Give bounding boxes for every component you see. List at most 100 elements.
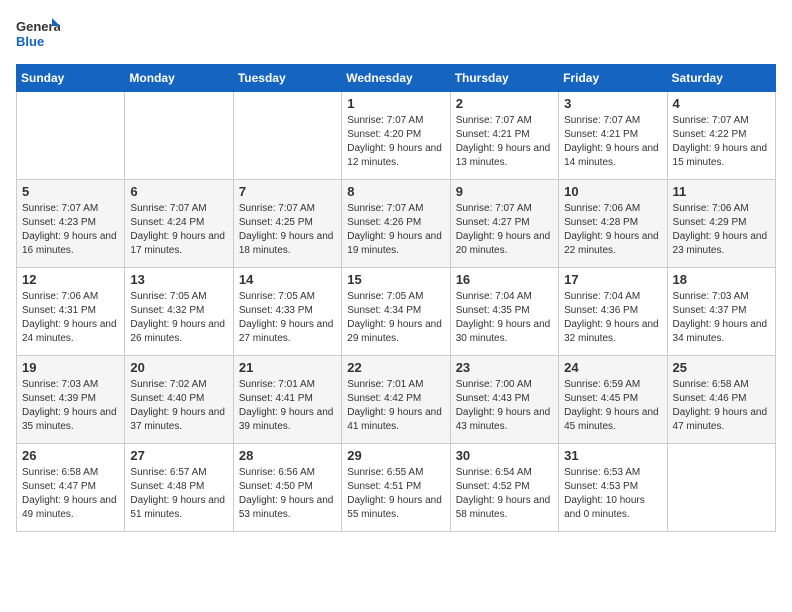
day-info: Sunrise: 7:07 AM Sunset: 4:27 PM Dayligh… — [456, 202, 553, 258]
weekday-header-row: SundayMondayTuesdayWednesdayThursdayFrid… — [17, 65, 776, 92]
day-info: Sunrise: 7:01 AM Sunset: 4:41 PM Dayligh… — [239, 378, 336, 434]
calendar-cell: 10Sunrise: 7:06 AM Sunset: 4:28 PM Dayli… — [559, 180, 667, 268]
weekday-header-sunday: Sunday — [17, 65, 125, 92]
calendar-cell: 21 Sunrise: 7:01 AM Sunset: 4:41 PM Dayli… — [233, 356, 341, 444]
calendar-cell: 31 Sunrise: 6:53 AM Sunset: 4:53 PM Dayli… — [559, 444, 667, 532]
calendar-cell: 22 Sunrise: 7:01 AM Sunset: 4:42 PM Dayli… — [342, 356, 450, 444]
calendar-cell: 14Sunrise: 7:05 AM Sunset: 4:33 PM Dayli… — [233, 268, 341, 356]
weekday-header-saturday: Saturday — [667, 65, 775, 92]
day-number: 23 — [456, 360, 553, 375]
day-number: 25 — [673, 360, 770, 375]
day-info: Sunrise: 6:58 AM Sunset: 4:47 PM Dayligh… — [22, 466, 119, 522]
day-info: Sunrise: 6:55 AM Sunset: 4:51 PM Dayligh… — [347, 466, 444, 522]
day-number: 27 — [130, 448, 227, 463]
day-number: 20 — [130, 360, 227, 375]
day-info: Sunrise: 7:01 AM Sunset: 4:42 PM Dayligh… — [347, 378, 444, 434]
calendar-cell: 23 Sunrise: 7:00 AM Sunset: 4:43 PM Dayli… — [450, 356, 558, 444]
day-number: 19 — [22, 360, 119, 375]
calendar-cell: 19 Sunrise: 7:03 AM Sunset: 4:39 PM Dayli… — [17, 356, 125, 444]
weekday-header-thursday: Thursday — [450, 65, 558, 92]
calendar-cell: 1Sunrise: 7:07 AM Sunset: 4:20 PM Daylig… — [342, 92, 450, 180]
day-info: Sunrise: 7:00 AM Sunset: 4:43 PM Dayligh… — [456, 378, 553, 434]
weekday-header-wednesday: Wednesday — [342, 65, 450, 92]
day-number: 2 — [456, 96, 553, 111]
week-row-4: 19 Sunrise: 7:03 AM Sunset: 4:39 PM Dayli… — [17, 356, 776, 444]
day-info: Sunrise: 7:03 AM Sunset: 4:39 PM Dayligh… — [22, 378, 119, 434]
day-number: 17 — [564, 272, 661, 287]
weekday-header-tuesday: Tuesday — [233, 65, 341, 92]
day-number: 11 — [673, 184, 770, 199]
day-info: Sunrise: 6:57 AM Sunset: 4:48 PM Dayligh… — [130, 466, 227, 522]
day-number: 6 — [130, 184, 227, 199]
calendar-cell: 7Sunrise: 7:07 AM Sunset: 4:25 PM Daylig… — [233, 180, 341, 268]
calendar-cell: 4 Sunrise: 7:07 AM Sunset: 4:22 PM Daylig… — [667, 92, 775, 180]
calendar-cell: 30 Sunrise: 6:54 AM Sunset: 4:52 PM Dayli… — [450, 444, 558, 532]
day-number: 22 — [347, 360, 444, 375]
logo: General Blue — [16, 16, 60, 52]
calendar-cell: 25Sunrise: 6:58 AM Sunset: 4:46 PM Dayli… — [667, 356, 775, 444]
svg-text:Blue: Blue — [16, 34, 44, 49]
calendar-cell: 12 Sunrise: 7:06 AM Sunset: 4:31 PM Dayli… — [17, 268, 125, 356]
day-info: Sunrise: 7:06 AM Sunset: 4:31 PM Dayligh… — [22, 290, 119, 346]
week-row-2: 5 Sunrise: 7:07 AM Sunset: 4:23 PM Daylig… — [17, 180, 776, 268]
day-number: 14 — [239, 272, 336, 287]
day-info: Sunrise: 6:59 AM Sunset: 4:45 PM Dayligh… — [564, 378, 661, 434]
calendar-cell: 5 Sunrise: 7:07 AM Sunset: 4:23 PM Daylig… — [17, 180, 125, 268]
day-info: Sunrise: 7:05 AM Sunset: 4:34 PM Dayligh… — [347, 290, 444, 346]
calendar-cell: 3 Sunrise: 7:07 AM Sunset: 4:21 PM Daylig… — [559, 92, 667, 180]
week-row-3: 12 Sunrise: 7:06 AM Sunset: 4:31 PM Dayli… — [17, 268, 776, 356]
calendar-cell — [233, 92, 341, 180]
day-info: Sunrise: 6:54 AM Sunset: 4:52 PM Dayligh… — [456, 466, 553, 522]
day-number: 29 — [347, 448, 444, 463]
calendar-cell: 24 Sunrise: 6:59 AM Sunset: 4:45 PM Dayli… — [559, 356, 667, 444]
calendar-cell — [17, 92, 125, 180]
calendar-cell: 9 Sunrise: 7:07 AM Sunset: 4:27 PM Daylig… — [450, 180, 558, 268]
calendar-cell: 26Sunrise: 6:58 AM Sunset: 4:47 PM Dayli… — [17, 444, 125, 532]
day-number: 4 — [673, 96, 770, 111]
day-number: 15 — [347, 272, 444, 287]
day-info: Sunrise: 7:04 AM Sunset: 4:35 PM Dayligh… — [456, 290, 553, 346]
day-number: 31 — [564, 448, 661, 463]
calendar-cell: 8Sunrise: 7:07 AM Sunset: 4:26 PM Daylig… — [342, 180, 450, 268]
day-info: Sunrise: 6:56 AM Sunset: 4:50 PM Dayligh… — [239, 466, 336, 522]
day-info: Sunrise: 7:07 AM Sunset: 4:22 PM Dayligh… — [673, 114, 770, 170]
calendar-cell: 15 Sunrise: 7:05 AM Sunset: 4:34 PM Dayli… — [342, 268, 450, 356]
calendar-cell: 28 Sunrise: 6:56 AM Sunset: 4:50 PM Dayli… — [233, 444, 341, 532]
calendar-cell: 29 Sunrise: 6:55 AM Sunset: 4:51 PM Dayli… — [342, 444, 450, 532]
day-number: 3 — [564, 96, 661, 111]
day-number: 30 — [456, 448, 553, 463]
day-info: Sunrise: 7:06 AM Sunset: 4:28 PM Dayligh… — [564, 202, 661, 258]
week-row-5: 26Sunrise: 6:58 AM Sunset: 4:47 PM Dayli… — [17, 444, 776, 532]
day-number: 28 — [239, 448, 336, 463]
day-number: 9 — [456, 184, 553, 199]
day-info: Sunrise: 7:07 AM Sunset: 4:24 PM Dayligh… — [130, 202, 227, 258]
page-header: General Blue — [16, 16, 776, 52]
calendar-cell: 18 Sunrise: 7:03 AM Sunset: 4:37 PM Dayli… — [667, 268, 775, 356]
day-info: Sunrise: 7:07 AM Sunset: 4:23 PM Dayligh… — [22, 202, 119, 258]
day-info: Sunrise: 7:02 AM Sunset: 4:40 PM Dayligh… — [130, 378, 227, 434]
calendar-cell: 2 Sunrise: 7:07 AM Sunset: 4:21 PM Daylig… — [450, 92, 558, 180]
day-number: 1 — [347, 96, 444, 111]
day-info: Sunrise: 7:07 AM Sunset: 4:26 PM Dayligh… — [347, 202, 444, 258]
weekday-header-friday: Friday — [559, 65, 667, 92]
week-row-1: 1Sunrise: 7:07 AM Sunset: 4:20 PM Daylig… — [17, 92, 776, 180]
day-info: Sunrise: 7:07 AM Sunset: 4:21 PM Dayligh… — [456, 114, 553, 170]
day-info: Sunrise: 7:06 AM Sunset: 4:29 PM Dayligh… — [673, 202, 770, 258]
day-info: Sunrise: 7:07 AM Sunset: 4:21 PM Dayligh… — [564, 114, 661, 170]
day-number: 18 — [673, 272, 770, 287]
day-number: 12 — [22, 272, 119, 287]
day-info: Sunrise: 7:07 AM Sunset: 4:25 PM Dayligh… — [239, 202, 336, 258]
calendar-cell — [125, 92, 233, 180]
calendar-cell: 20 Sunrise: 7:02 AM Sunset: 4:40 PM Dayli… — [125, 356, 233, 444]
calendar-cell: 11 Sunrise: 7:06 AM Sunset: 4:29 PM Dayli… — [667, 180, 775, 268]
day-info: Sunrise: 6:53 AM Sunset: 4:53 PM Dayligh… — [564, 466, 661, 522]
day-info: Sunrise: 7:04 AM Sunset: 4:36 PM Dayligh… — [564, 290, 661, 346]
day-number: 5 — [22, 184, 119, 199]
day-info: Sunrise: 7:03 AM Sunset: 4:37 PM Dayligh… — [673, 290, 770, 346]
weekday-header-monday: Monday — [125, 65, 233, 92]
day-number: 24 — [564, 360, 661, 375]
day-number: 21 — [239, 360, 336, 375]
day-number: 16 — [456, 272, 553, 287]
day-number: 13 — [130, 272, 227, 287]
day-info: Sunrise: 7:05 AM Sunset: 4:32 PM Dayligh… — [130, 290, 227, 346]
